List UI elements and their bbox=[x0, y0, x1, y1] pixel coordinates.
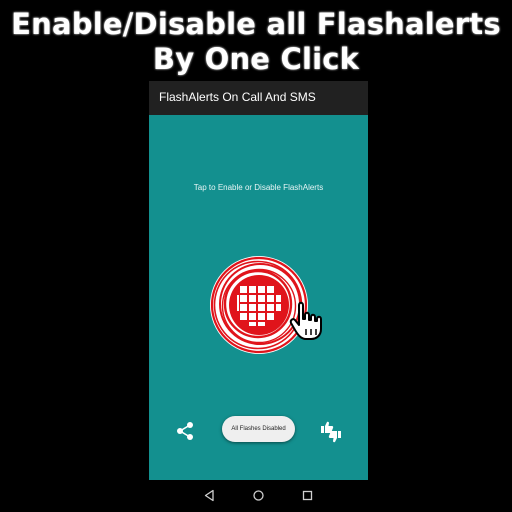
main-content: Tap to Enable or Disable FlashAlerts All… bbox=[149, 115, 368, 480]
back-icon[interactable] bbox=[203, 489, 216, 502]
share-icon[interactable] bbox=[175, 421, 195, 441]
pointing-hand-icon bbox=[289, 301, 322, 340]
flash-status-button[interactable]: All Flashes Disabled bbox=[222, 416, 295, 442]
thumbs-up-down-icon[interactable] bbox=[320, 421, 342, 443]
system-nav-bar bbox=[149, 480, 368, 511]
phone-screen: FlashAlerts On Call And SMS Tap to Enabl… bbox=[149, 81, 368, 511]
home-icon[interactable] bbox=[252, 489, 265, 502]
app-bar: FlashAlerts On Call And SMS bbox=[149, 81, 368, 115]
promo-headline-line2: By One Click bbox=[152, 42, 360, 76]
hint-text: Tap to Enable or Disable FlashAlerts bbox=[193, 183, 324, 192]
promo-headline-line1: Enable/Disable all Flashalerts bbox=[11, 7, 501, 41]
recents-icon[interactable] bbox=[301, 489, 314, 502]
app-title: FlashAlerts On Call And SMS bbox=[159, 90, 316, 104]
